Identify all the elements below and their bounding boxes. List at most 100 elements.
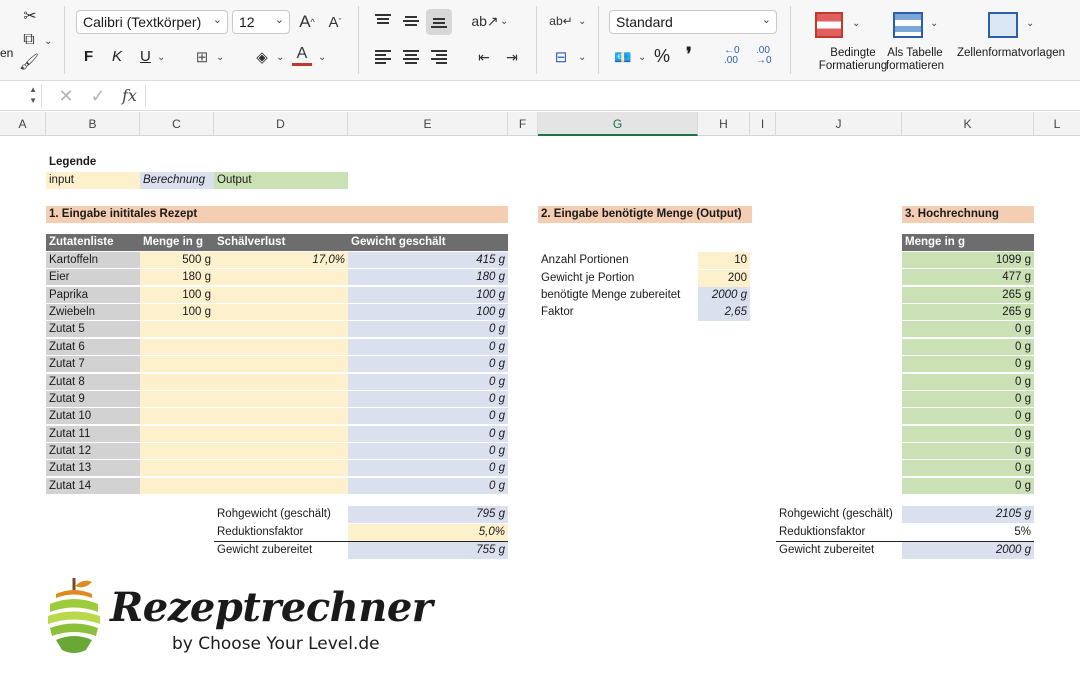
column-header-c[interactable]: C	[140, 112, 214, 136]
column-header-g[interactable]: G	[538, 112, 698, 136]
column-header-f[interactable]: F	[508, 112, 538, 136]
ingredient-amount[interactable]	[140, 390, 214, 408]
ingredient-amount[interactable]	[140, 321, 214, 339]
scaled-amount-cell[interactable]: 0 g	[902, 425, 1034, 443]
ingredient-peel-loss[interactable]	[214, 425, 348, 443]
portions-value[interactable]: 10	[698, 252, 750, 269]
cell-styles-button[interactable]: Zellenformatvorlagen	[950, 47, 1072, 60]
portion-weight-value[interactable]: 200	[698, 270, 750, 287]
scaled-amount-cell[interactable]: 0 g	[902, 373, 1034, 391]
scaled-amount-cell[interactable]: 0 g	[902, 460, 1034, 478]
ingredient-amount[interactable]	[140, 442, 214, 460]
ingredient-peeled-weight[interactable]: 0 g	[348, 321, 508, 339]
merge-cells-icon[interactable]: ⊟	[550, 46, 572, 68]
cell-styles-icon[interactable]	[988, 12, 1018, 38]
percent-button[interactable]: %	[654, 46, 670, 67]
column-header-a[interactable]: A	[0, 112, 46, 136]
column-header-h[interactable]: H	[698, 112, 750, 136]
column-header-d[interactable]: D	[214, 112, 348, 136]
comma-style-button[interactable]: ❜	[686, 44, 692, 65]
ingredient-amount[interactable]	[140, 373, 214, 391]
ingredient-peeled-weight[interactable]: 0 g	[348, 338, 508, 356]
increase-font-icon[interactable]: A ^	[296, 10, 318, 34]
ingredient-peeled-weight[interactable]: 0 g	[348, 442, 508, 460]
decrease-decimal-button[interactable]: .00 →0	[756, 46, 772, 66]
text-orientation-icon[interactable]: ab↗	[471, 10, 498, 32]
ingredient-peel-loss[interactable]	[214, 390, 348, 408]
align-right-icon[interactable]	[431, 50, 447, 64]
worksheet-grid[interactable]: Legende input Berechnung Output 1. Einga…	[0, 136, 1080, 675]
ingredient-amount[interactable]	[140, 425, 214, 443]
copy-icon[interactable]: ⧉	[18, 30, 40, 50]
scaled-reduction-value[interactable]: 5%	[902, 524, 1034, 541]
ingredient-peeled-weight[interactable]: 0 g	[348, 373, 508, 391]
ingredient-amount[interactable]: 500 g	[140, 252, 214, 269]
scaled-amount-cell[interactable]: 0 g	[902, 442, 1034, 460]
borders-dropdown-icon[interactable]: ⌄	[216, 52, 224, 63]
currency-dropdown-icon[interactable]: ⌄	[638, 52, 646, 63]
formula-input[interactable]	[152, 88, 1072, 106]
column-header-j[interactable]: J	[776, 112, 902, 136]
ingredient-peeled-weight[interactable]: 100 g	[348, 304, 508, 322]
confirm-entry-icon[interactable]: ✓	[88, 85, 108, 107]
format-as-table-button[interactable]: Als Tabelle formatieren	[880, 47, 950, 73]
ingredient-amount[interactable]	[140, 460, 214, 478]
scaled-amount-cell[interactable]: 0 g	[902, 390, 1034, 408]
ingredient-peel-loss[interactable]	[214, 460, 348, 478]
summary-raw-weight-value[interactable]: 795 g	[348, 506, 508, 523]
italic-button[interactable]: K	[112, 48, 122, 65]
function-icon[interactable]: fx	[122, 86, 137, 105]
scaled-amount-cell[interactable]: 265 g	[902, 286, 1034, 304]
ingredient-peeled-weight[interactable]: 0 g	[348, 390, 508, 408]
format-as-table-icon[interactable]	[893, 12, 923, 38]
ingredient-peel-loss[interactable]	[214, 373, 348, 391]
cell-styles-dropdown-icon[interactable]: ⌄	[1026, 18, 1034, 29]
fill-color-icon[interactable]: ◈	[252, 46, 272, 68]
required-amount-value[interactable]: 2000 g	[698, 287, 750, 304]
ingredient-peeled-weight[interactable]: 100 g	[348, 286, 508, 304]
column-header-i[interactable]: I	[750, 112, 776, 136]
merge-dropdown-icon[interactable]: ⌄	[578, 52, 586, 63]
ingredient-peel-loss[interactable]	[214, 304, 348, 322]
ingredient-amount[interactable]: 180 g	[140, 269, 214, 287]
scaled-raw-weight-value[interactable]: 2105 g	[902, 506, 1034, 523]
conditional-formatting-icon[interactable]	[815, 12, 843, 38]
scaled-amount-cell[interactable]: 265 g	[902, 304, 1034, 322]
ingredient-peeled-weight[interactable]: 180 g	[348, 269, 508, 287]
ingredient-peel-loss[interactable]	[214, 442, 348, 460]
scaled-amount-cell[interactable]: 0 g	[902, 338, 1034, 356]
cancel-entry-icon[interactable]: ✕	[56, 85, 76, 107]
ingredient-peel-loss[interactable]	[214, 338, 348, 356]
wrap-text-icon[interactable]: ab↵	[549, 10, 572, 32]
decrease-font-icon[interactable]: Aˇ	[324, 10, 346, 34]
ingredient-amount[interactable]	[140, 408, 214, 426]
ingredient-peeled-weight[interactable]: 415 g	[348, 252, 508, 269]
summary-reduction-value[interactable]: 5,0%	[348, 524, 508, 541]
column-header-l[interactable]: L	[1034, 112, 1080, 136]
cut-icon[interactable]: ✂	[20, 6, 40, 26]
column-header-b[interactable]: B	[46, 112, 140, 136]
bold-button[interactable]: F	[84, 48, 93, 65]
scaled-amount-cell[interactable]: 0 g	[902, 477, 1034, 495]
increase-decimal-button[interactable]: ←0.00	[724, 46, 740, 66]
scaled-cooked-weight-value[interactable]: 2000 g	[902, 542, 1034, 559]
wrap-dropdown-icon[interactable]: ⌄	[578, 16, 586, 27]
underline-dropdown-icon[interactable]: ⌄	[157, 52, 165, 63]
ingredient-peel-loss[interactable]	[214, 477, 348, 495]
summary-cooked-weight-value[interactable]: 755 g	[348, 542, 508, 559]
ingredient-peel-loss[interactable]	[214, 408, 348, 426]
ingredient-peel-loss[interactable]	[214, 356, 348, 374]
ingredient-peeled-weight[interactable]: 0 g	[348, 408, 508, 426]
scaled-amount-cell[interactable]: 0 g	[902, 321, 1034, 339]
ingredient-amount[interactable]	[140, 356, 214, 374]
format-painter-icon[interactable]: 🖌	[18, 52, 40, 72]
scaled-amount-cell[interactable]: 477 g	[902, 269, 1034, 287]
ingredient-peel-loss[interactable]	[214, 321, 348, 339]
ingredient-peeled-weight[interactable]: 0 g	[348, 477, 508, 495]
column-header-e[interactable]: E	[348, 112, 508, 136]
ingredient-peeled-weight[interactable]: 0 g	[348, 425, 508, 443]
column-header-k[interactable]: K	[902, 112, 1034, 136]
underline-button[interactable]: U	[140, 48, 151, 65]
copy-dropdown-icon[interactable]: ⌄	[44, 36, 52, 47]
name-box[interactable]: ▲ ▼	[0, 84, 42, 108]
